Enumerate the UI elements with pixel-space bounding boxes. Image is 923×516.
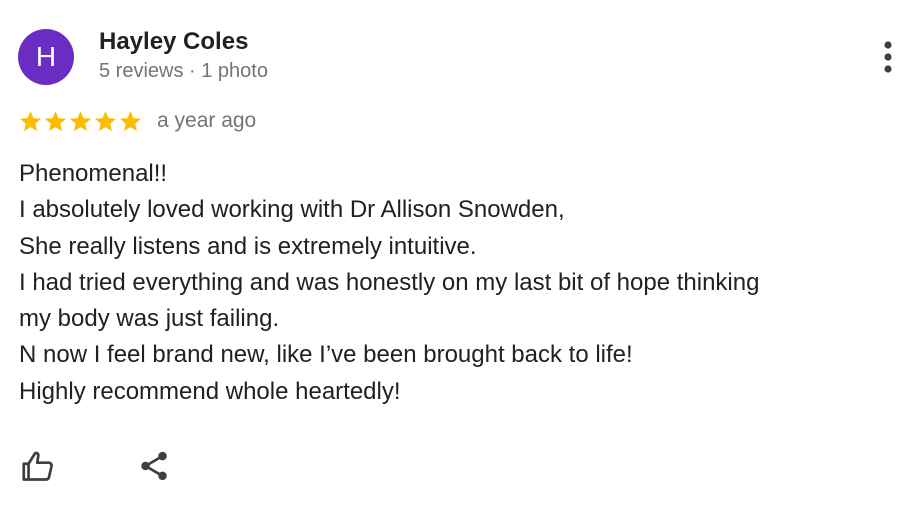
star-icon bbox=[45, 110, 66, 131]
rating-row: a year ago bbox=[18, 106, 256, 136]
review-text-line: N now I feel brand new, like I’ve been b… bbox=[19, 341, 633, 369]
star-icon bbox=[20, 110, 41, 131]
thumb-up-icon bbox=[22, 451, 53, 481]
review-text-line: I absolutely loved working with Dr Allis… bbox=[19, 196, 565, 224]
like-button[interactable] bbox=[18, 446, 58, 486]
review-text-line: my body was just failing. bbox=[19, 305, 280, 333]
review-text: Phenomenal!! I absolutely loved working w… bbox=[19, 156, 909, 410]
more-vert-icon bbox=[884, 41, 892, 73]
author-meta: 5 reviews · 1 photo bbox=[99, 60, 268, 82]
review-card: H Hayley Coles 5 reviews · 1 photo a yea… bbox=[0, 0, 923, 516]
more-options-button[interactable] bbox=[872, 38, 904, 76]
review-date: a year ago bbox=[157, 109, 257, 132]
author-name[interactable]: Hayley Coles bbox=[99, 28, 248, 56]
share-button[interactable] bbox=[134, 446, 174, 486]
review-text-line: I had tried everything and was honestly … bbox=[19, 268, 760, 296]
review-text-line: She really listens and is extremely intu… bbox=[19, 232, 477, 260]
review-text-line: Highly recommend whole heartedly! bbox=[19, 377, 401, 405]
star-icon bbox=[120, 110, 141, 131]
star-icon bbox=[95, 110, 116, 131]
review-text-line: Phenomenal!! bbox=[19, 160, 168, 187]
avatar-initial: H bbox=[35, 41, 57, 72]
action-bar bbox=[18, 446, 174, 486]
avatar[interactable]: H bbox=[18, 29, 74, 85]
star-rating bbox=[18, 109, 143, 134]
share-icon bbox=[141, 451, 167, 481]
star-icon bbox=[70, 110, 91, 131]
